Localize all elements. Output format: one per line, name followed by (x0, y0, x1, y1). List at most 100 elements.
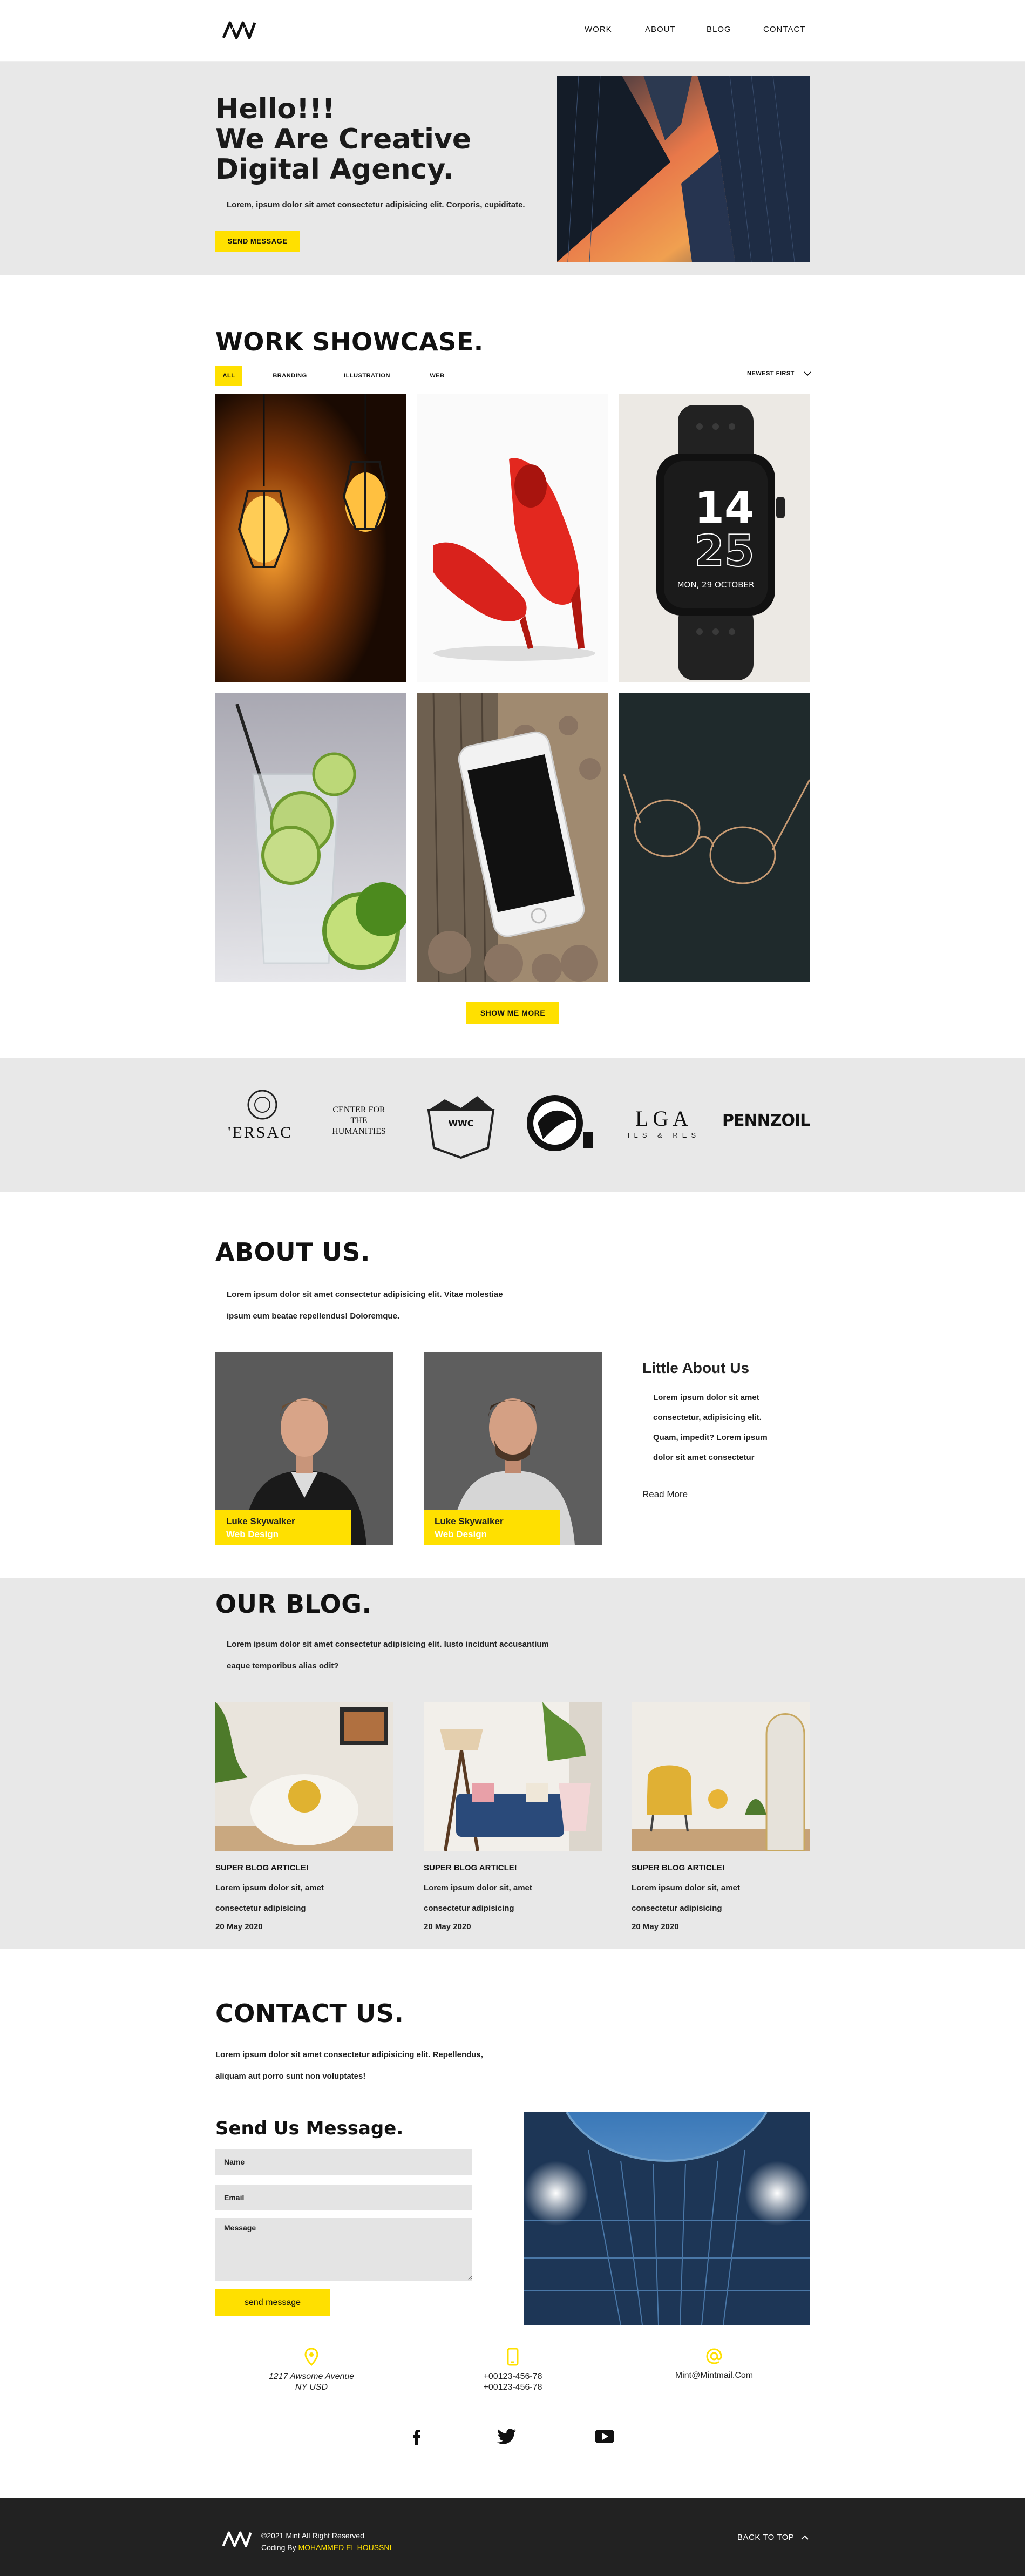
chevron-down-icon (804, 371, 812, 376)
showcase-item-watch[interactable]: 14 25 MON, 29 OCTOBER (619, 394, 810, 682)
hero-title-line: Digital Agency. (215, 153, 454, 186)
read-more-link[interactable]: Read More (642, 1489, 688, 1500)
about-text: Lorem ipsum dolor sit amet consectetur a… (227, 1284, 503, 1327)
about-text-line: ipsum eum beatae repellendus! Doloremque… (227, 1311, 400, 1321)
blog-post-line: consectetur adipisicing (632, 1904, 722, 1913)
blog-post-line: consectetur adipisicing (424, 1904, 514, 1913)
brand-humanities-text: CENTER FOR THE HUMANITIES (332, 1105, 386, 1136)
showcase-item-lamps[interactable] (215, 394, 406, 682)
filter-all[interactable]: ALL (215, 366, 242, 386)
brand-pennzoil-logo: PENNZOIL (722, 1111, 810, 1181)
brand-wwc-logo: WWC (423, 1088, 499, 1159)
blog-post-image (632, 1702, 810, 1852)
contact-text-line: aliquam aut porro sunt non voluptates! (215, 2072, 366, 2081)
blog-text-line: Lorem ipsum dolor sit amet consectetur a… (227, 1640, 549, 1649)
blog-post-line: consectetur adipisicing (215, 1904, 306, 1913)
send-message-submit-button[interactable]: send message (215, 2289, 330, 2316)
email-address[interactable]: Mint@Mintmail.Com (649, 2370, 779, 2381)
filter-branding[interactable]: BRANDING (267, 366, 313, 386)
email-field[interactable] (215, 2185, 472, 2210)
send-message-title: Send Us Message. (215, 2118, 404, 2139)
twitter-icon[interactable] (497, 2425, 518, 2447)
site-header: WORK ABOUT BLOG CONTACT (0, 0, 1025, 62)
blog-post-text: Lorem ipsum dolor sit, amet consectetur … (424, 1878, 602, 1919)
back-to-top-label: BACK TO TOP (737, 2533, 794, 2542)
blog-post-image (424, 1702, 602, 1851)
brand-humanities-logo: CENTER FOR THE HUMANITIES (324, 1105, 399, 1175)
chevron-up-icon (800, 2535, 809, 2540)
youtube-icon[interactable] (594, 2425, 615, 2447)
little-about-line: Quam, impedit? Lorem ipsum (653, 1433, 768, 1442)
contact-email: Mint@Mintmail.Com (649, 2348, 779, 2381)
footer-logo[interactable] (221, 2530, 253, 2549)
hero-building-image (557, 76, 810, 262)
logo[interactable] (221, 19, 257, 41)
site-footer: ©2021 Mint All Right Reserved Coding By … (0, 2498, 1025, 2576)
brand-lga-text: LGA (635, 1106, 693, 1131)
message-field[interactable] (215, 2218, 472, 2281)
blog-post-card[interactable]: SUPER BLOG ARTICLE! Lorem ipsum dolor si… (215, 1702, 393, 1931)
hero-title-line: We Are Creative (215, 123, 472, 155)
blog-post-title: SUPER BLOG ARTICLE! (632, 1863, 725, 1872)
brand-versace-logo: 'ERSAC (222, 1088, 298, 1159)
team-member-card[interactable]: Luke Skywalker Web Design (424, 1352, 602, 1545)
blog-post-date: 20 May 2020 (424, 1922, 471, 1931)
location-pin-icon (304, 2348, 318, 2366)
phone-icon (507, 2348, 519, 2366)
showcase-item-drink[interactable] (215, 693, 406, 982)
about-title: ABOUT US. (215, 1238, 370, 1267)
showcase-item-glasses[interactable] (619, 693, 810, 982)
blog-post-line: Lorem ipsum dolor sit, amet (424, 1883, 532, 1892)
hero-text: Lorem, ipsum dolor sit amet consectetur … (227, 200, 525, 209)
contact-text: Lorem ipsum dolor sit amet consectetur a… (215, 2044, 483, 2087)
filter-illustration[interactable]: ILLUSTRATION (339, 366, 395, 386)
facebook-icon[interactable] (406, 2425, 427, 2447)
show-more-button[interactable]: SHOW ME MORE (466, 1002, 559, 1024)
sort-dropdown[interactable]: NEWEST FIRST (747, 370, 812, 377)
blog-title: OUR BLOG. (215, 1590, 372, 1619)
coding-by-label: Coding By (261, 2543, 296, 2552)
blog-post-image (215, 1702, 393, 1851)
team-member-card[interactable]: Luke Skywalker Web Design (215, 1352, 393, 1545)
medusa-icon (247, 1090, 277, 1120)
author-name[interactable]: MOHAMMED EL HOUSSNI (298, 2543, 391, 2552)
little-about-line: dolor sit amet consectetur (653, 1453, 755, 1462)
nav-about[interactable]: ABOUT (645, 25, 676, 34)
little-about-line: consectetur, adipisicing elit. (653, 1413, 762, 1422)
name-field[interactable] (215, 2149, 472, 2175)
copyright-text: ©2021 Mint All Right Reserved (261, 2531, 364, 2540)
showcase-item-shoes[interactable] (417, 394, 608, 682)
showcase-item-phone[interactable] (417, 693, 608, 982)
send-message-button[interactable]: SEND MESSAGE (215, 231, 300, 252)
watch-date: MON, 29 OCTOBER (677, 580, 755, 590)
about-text-line: Lorem ipsum dolor sit amet consectetur a… (227, 1290, 503, 1299)
nav-blog[interactable]: BLOG (707, 25, 731, 34)
member-tag: Luke Skywalker Web Design (215, 1510, 351, 1545)
blog-post-text: Lorem ipsum dolor sit, amet consectetur … (215, 1878, 393, 1919)
brand-pennzoil-text: PENNZOIL (722, 1111, 810, 1130)
mountain-badge-icon: WWC (427, 1096, 495, 1159)
nav-work[interactable]: WORK (585, 25, 612, 34)
sort-label: NEWEST FIRST (747, 370, 795, 377)
blog-post-card[interactable]: SUPER BLOG ARTICLE! Lorem ipsum dolor si… (424, 1702, 602, 1931)
address-line: NY USD (295, 2383, 328, 2392)
back-to-top-button[interactable]: BACK TO TOP (737, 2533, 809, 2542)
brand-versace-text: 'ERSAC (227, 1124, 293, 1141)
member-name: Luke Skywalker (226, 1516, 295, 1526)
phone-number[interactable]: +00123-456-78 (448, 2371, 578, 2382)
little-about-title: Little About Us (642, 1360, 750, 1376)
member-role: Web Design (435, 1529, 487, 1539)
nav-contact[interactable]: CONTACT (763, 25, 805, 34)
filter-web[interactable]: WEB (424, 366, 450, 386)
blog-post-title: SUPER BLOG ARTICLE! (424, 1863, 517, 1872)
contact-building-image (524, 2112, 810, 2325)
blog-text-line: eaque temporibus alias odit? (227, 1661, 339, 1671)
blog-post-card[interactable]: SUPER BLOG ARTICLE! Lorem ipsum dolor si… (632, 1702, 810, 1931)
little-about-text: Lorem ipsum dolor sit amet consectetur, … (653, 1388, 799, 1468)
member-role: Web Design (226, 1529, 279, 1539)
contact-address: 1217 Awsome Avenue NY USD (247, 2348, 376, 2393)
brand-lga-logo: LGA ILS & RES (626, 1106, 702, 1176)
hero-title: Hello!!! We Are Creative Digital Agency. (215, 94, 471, 185)
brand-lga-subtext: ILS & RES (627, 1131, 701, 1139)
phone-number[interactable]: +00123-456-78 (448, 2382, 578, 2393)
